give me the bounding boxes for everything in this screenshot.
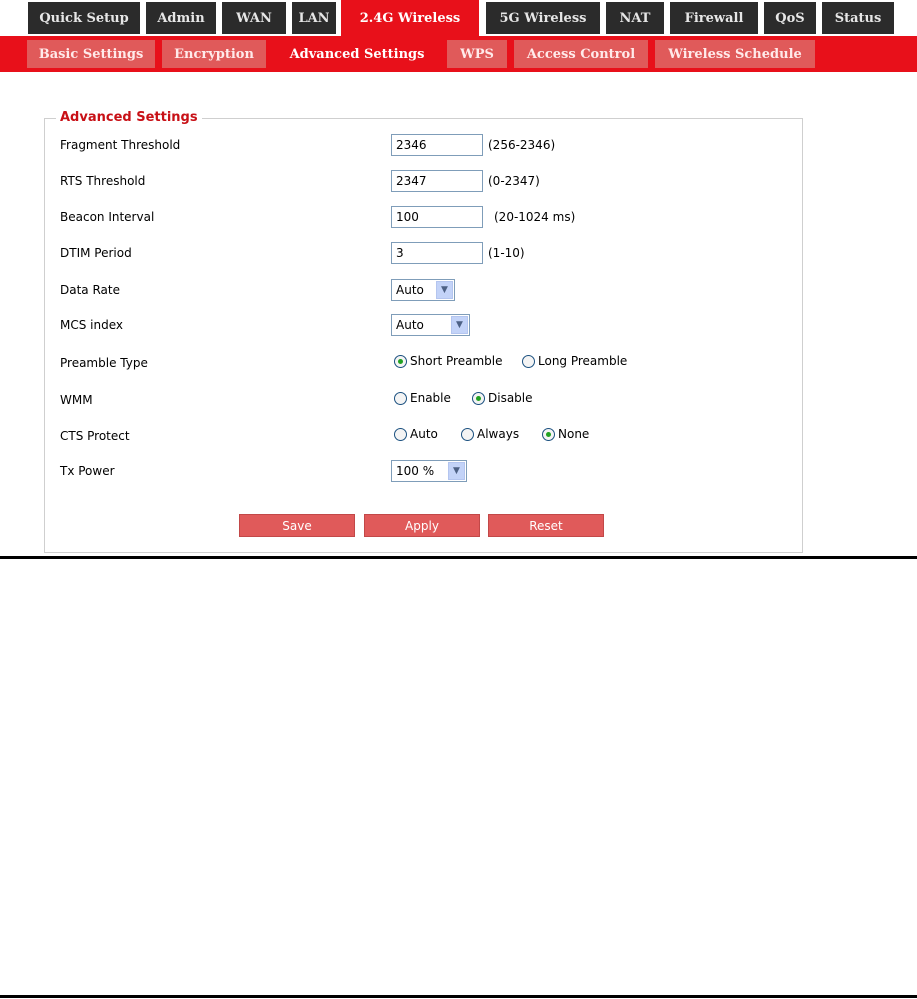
apply-button[interactable]: Apply	[364, 514, 480, 537]
tab-firewall[interactable]: Firewall	[670, 2, 758, 34]
tab-qos[interactable]: QoS	[764, 2, 816, 34]
rts-threshold-row: RTS Threshold (0-2347)	[0, 170, 917, 194]
sub-nav: Basic Settings Encryption Advanced Setti…	[0, 36, 917, 72]
wmm-row: WMM Enable Disable	[0, 389, 917, 413]
radio-selected-icon	[542, 427, 555, 441]
subtab-wireless-schedule[interactable]: Wireless Schedule	[655, 40, 815, 68]
mcs-index-value: Auto	[396, 318, 424, 332]
beacon-interval-label: Beacon Interval	[60, 210, 155, 224]
preamble-long-radio[interactable]: Long Preamble	[522, 354, 627, 368]
divider-top	[0, 556, 917, 559]
radio-unselected-icon	[461, 427, 474, 441]
radio-selected-icon	[472, 391, 485, 405]
tx-power-value: 100 %	[396, 464, 435, 478]
beacon-interval-row: Beacon Interval (20-1024 ms)	[0, 206, 917, 230]
tab-quick-setup[interactable]: Quick Setup	[28, 2, 140, 34]
radio-unselected-icon	[394, 427, 407, 441]
cts-protect-row: CTS Protect Auto Always None	[0, 425, 917, 449]
tab-2g-wireless[interactable]: 2.4G Wireless	[341, 0, 479, 36]
preamble-long-label: Long Preamble	[538, 354, 628, 368]
cts-none-label: None	[558, 427, 590, 441]
tab-admin[interactable]: Admin	[146, 2, 216, 34]
chevron-down-icon[interactable]: ▼	[448, 462, 465, 480]
dtim-period-input[interactable]	[391, 242, 483, 264]
radio-unselected-icon	[522, 354, 535, 368]
preamble-type-row: Preamble Type Short Preamble Long Preamb…	[0, 352, 917, 376]
preamble-type-label: Preamble Type	[60, 356, 148, 370]
tx-power-row: Tx Power 100 % ▼	[0, 460, 917, 484]
cts-auto-label: Auto	[410, 427, 438, 441]
data-rate-select[interactable]: Auto ▼	[391, 279, 455, 301]
mcs-index-select[interactable]: Auto ▼	[391, 314, 470, 336]
divider-bottom	[0, 995, 917, 998]
reset-button[interactable]: Reset	[488, 514, 604, 537]
tab-wan[interactable]: WAN	[222, 2, 286, 34]
tab-status[interactable]: Status	[822, 2, 894, 34]
data-rate-value: Auto	[396, 283, 424, 297]
subtab-encryption[interactable]: Encryption	[162, 40, 266, 68]
fragment-threshold-input[interactable]	[391, 134, 483, 156]
cts-always-label: Always	[477, 427, 520, 441]
dtim-period-row: DTIM Period (1-10)	[0, 242, 917, 266]
chevron-down-icon[interactable]: ▼	[451, 316, 468, 334]
preamble-short-label: Short Preamble	[410, 354, 503, 368]
mcs-index-label: MCS index	[60, 318, 123, 332]
rts-threshold-hint: (0-2347)	[488, 174, 540, 188]
radio-unselected-icon	[394, 391, 407, 405]
wmm-label: WMM	[60, 393, 93, 407]
wmm-disable-label: Disable	[488, 391, 533, 405]
tab-lan[interactable]: LAN	[292, 2, 336, 34]
wmm-disable-radio[interactable]: Disable	[472, 391, 533, 405]
cts-none-radio[interactable]: None	[542, 427, 589, 441]
beacon-interval-hint: (20-1024 ms)	[494, 210, 576, 224]
tab-nat[interactable]: NAT	[606, 2, 664, 34]
data-rate-row: Data Rate Auto ▼	[0, 279, 917, 303]
tx-power-label: Tx Power	[60, 464, 115, 478]
subtab-advanced-settings[interactable]: Advanced Settings	[274, 40, 440, 68]
fragment-threshold-label: Fragment Threshold	[60, 138, 181, 152]
wmm-enable-label: Enable	[410, 391, 451, 405]
chevron-down-icon[interactable]: ▼	[436, 281, 453, 299]
data-rate-label: Data Rate	[60, 283, 120, 297]
rts-threshold-input[interactable]	[391, 170, 483, 192]
cts-always-radio[interactable]: Always	[461, 427, 519, 441]
fragment-threshold-row: Fragment Threshold (256-2346)	[0, 134, 917, 158]
subtab-basic-settings[interactable]: Basic Settings	[27, 40, 155, 68]
cts-protect-label: CTS Protect	[60, 429, 130, 443]
radio-selected-icon	[394, 354, 407, 368]
mcs-index-row: MCS index Auto ▼	[0, 314, 917, 338]
subtab-wps[interactable]: WPS	[447, 40, 507, 68]
subtab-access-control[interactable]: Access Control	[514, 40, 648, 68]
wmm-enable-radio[interactable]: Enable	[394, 391, 451, 405]
dtim-period-label: DTIM Period	[60, 246, 132, 260]
cts-auto-radio[interactable]: Auto	[394, 427, 438, 441]
tx-power-select[interactable]: 100 % ▼	[391, 460, 467, 482]
dtim-period-hint: (1-10)	[488, 246, 525, 260]
beacon-interval-input[interactable]	[391, 206, 483, 228]
fragment-threshold-hint: (256-2346)	[488, 138, 556, 152]
top-nav: Quick Setup Admin WAN LAN 2.4G Wireless …	[0, 0, 917, 36]
rts-threshold-label: RTS Threshold	[60, 174, 146, 188]
preamble-short-radio[interactable]: Short Preamble	[394, 354, 502, 368]
tab-5g-wireless[interactable]: 5G Wireless	[486, 2, 600, 34]
save-button[interactable]: Save	[239, 514, 355, 537]
section-title: Advanced Settings	[56, 110, 202, 125]
